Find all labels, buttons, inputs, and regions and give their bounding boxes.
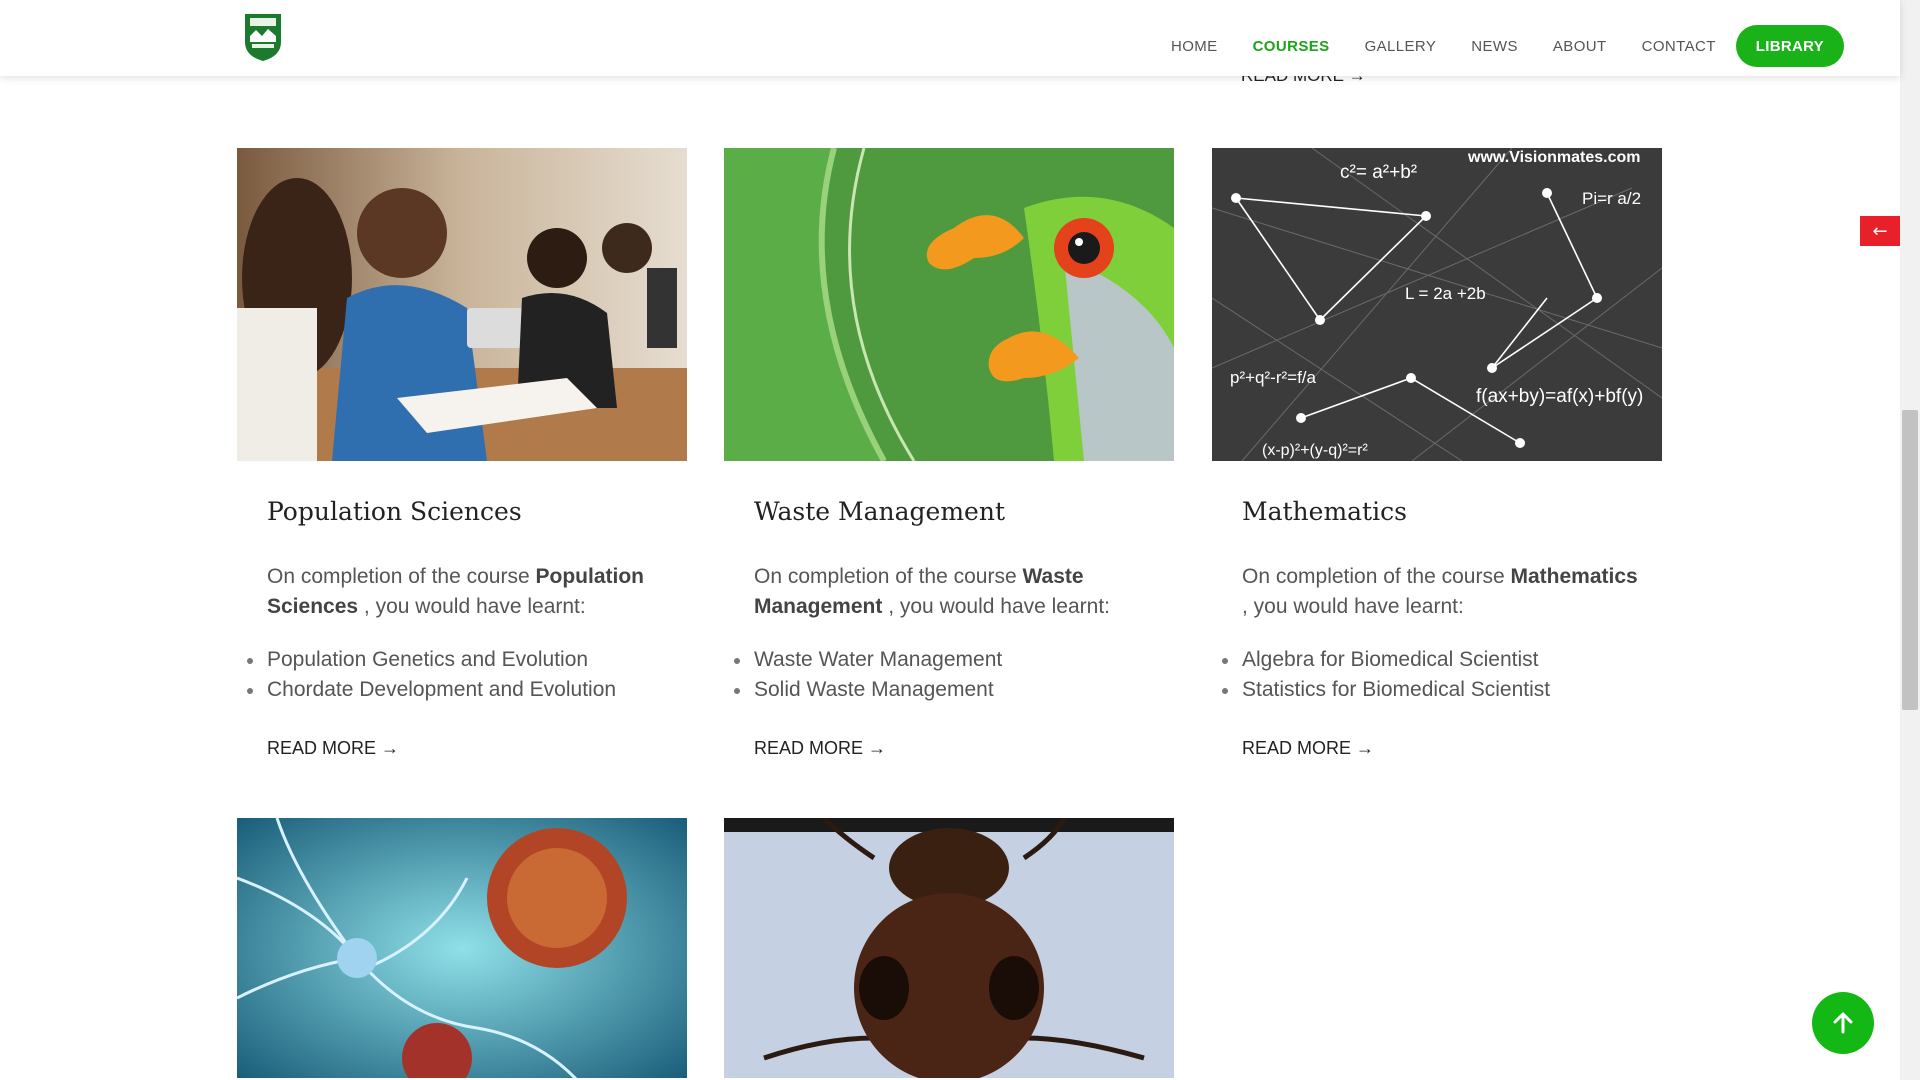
course-card: Population Sciences On completion of the… <box>237 148 687 758</box>
back-to-top-button[interactable] <box>1812 992 1874 1054</box>
course-title: Population Sciences <box>267 497 522 526</box>
math-formula: c²= a²+b² <box>1340 162 1417 183</box>
read-more-link[interactable]: READ MORE → <box>267 738 399 759</box>
list-item: Algebra for Biomedical Scientist <box>1221 645 1550 675</box>
nav-about[interactable]: ABOUT <box>1553 38 1607 55</box>
topic-list: Algebra for Biomedical Scientist Statist… <box>1221 645 1550 705</box>
course-image-frog[interactable] <box>724 148 1174 461</box>
course-description: On completion of the course Waste Manage… <box>754 565 1111 618</box>
library-button[interactable]: LIBRARY <box>1735 25 1844 67</box>
topic-list: Waste Water Management Solid Waste Manag… <box>733 645 1002 705</box>
course-description: On completion of the course Mathematics … <box>1242 565 1638 618</box>
side-arrow-button[interactable]: ← <box>1860 216 1900 246</box>
read-more-link[interactable]: READ MORE → <box>754 738 886 759</box>
scrollbar-thumb[interactable] <box>1902 410 1918 710</box>
list-item: Statistics for Biomedical Scientist <box>1221 675 1550 705</box>
course-card: Waste Management On completion of the co… <box>724 148 1174 758</box>
list-item: Solid Waste Management <box>733 675 1002 705</box>
list-item: Chordate Development and Evolution <box>246 675 616 705</box>
list-item: Waste Water Management <box>733 645 1002 675</box>
site-header: HOME COURSES GALLERY NEWS ABOUT CONTACT … <box>0 0 1900 76</box>
nav-gallery[interactable]: GALLERY <box>1365 38 1437 55</box>
math-formula: L = 2a +2b <box>1405 284 1486 303</box>
course-image-neurons[interactable] <box>237 818 687 1078</box>
course-image-ant[interactable] <box>724 818 1174 1078</box>
math-formula: p²+q²-r²=f/a <box>1230 368 1317 387</box>
course-description: On completion of the course Population S… <box>267 565 644 618</box>
site-logo[interactable] <box>242 12 284 62</box>
course-card: www.Visionmates.com c²= a²+b² Pi=r a/2 L… <box>1212 148 1662 758</box>
nav-news[interactable]: NEWS <box>1471 38 1518 55</box>
nav-courses[interactable]: COURSES <box>1253 38 1330 55</box>
math-formula: (x-p)²+(y-q)²=r² <box>1262 442 1368 459</box>
list-item: Population Genetics and Evolution <box>246 645 616 675</box>
main-nav: HOME COURSES GALLERY NEWS ABOUT CONTACT … <box>1136 25 1844 67</box>
course-title: Waste Management <box>754 497 1006 526</box>
arrow-up-icon <box>1833 1012 1853 1034</box>
nav-home[interactable]: HOME <box>1171 38 1218 55</box>
course-image-students[interactable] <box>237 148 687 461</box>
math-formula: f(ax+by)=af(x)+bf(y) <box>1476 386 1643 407</box>
course-title: Mathematics <box>1242 497 1407 526</box>
read-more-link[interactable]: READ MORE → <box>1242 738 1374 759</box>
arrow-left-icon: ← <box>1872 220 1888 242</box>
math-watermark: www.Visionmates.com <box>1467 149 1641 166</box>
topic-list: Population Genetics and Evolution Chorda… <box>246 645 616 705</box>
math-formula: Pi=r a/2 <box>1582 189 1641 208</box>
course-image-math[interactable]: www.Visionmates.com c²= a²+b² Pi=r a/2 L… <box>1212 148 1662 461</box>
nav-contact[interactable]: CONTACT <box>1642 38 1716 55</box>
